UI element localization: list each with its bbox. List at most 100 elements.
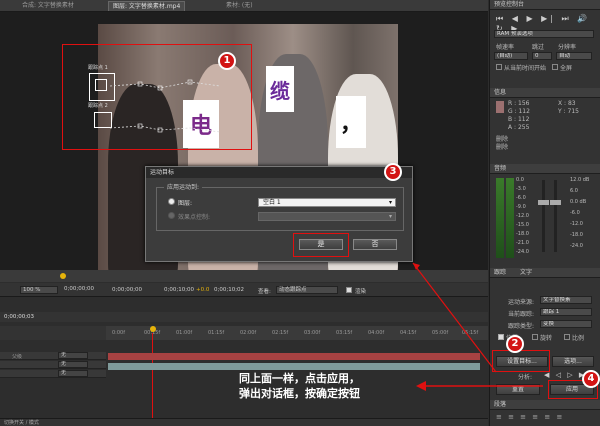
info-header[interactable]: 信息 (490, 88, 600, 98)
track-type-select[interactable]: 变换 (540, 320, 592, 328)
audio-slider-left[interactable] (538, 200, 549, 205)
layer-bar-footage[interactable] (108, 363, 480, 370)
resolution-select[interactable]: 自动 (556, 52, 592, 60)
audio-meter-right (506, 178, 514, 258)
out-point[interactable]: 0;00;10;00 (164, 287, 194, 293)
render-label: 渲染 (355, 289, 367, 295)
effect-point-select[interactable]: ▾ (258, 212, 396, 221)
render-checkbox[interactable] (346, 287, 352, 293)
current-time-indicator[interactable] (60, 273, 66, 279)
viewer-controls: 100 % 0;00;00;00 0;00;00;00 0;00;10;00 0… (0, 283, 488, 297)
layer-select[interactable]: 空白 1 ▾ (258, 198, 396, 207)
instruction-line-1: 同上面一样，点击应用， (239, 372, 360, 385)
audio-meter-left (496, 178, 504, 258)
current-track-select[interactable]: 跟踪 1 (540, 308, 592, 316)
tracker-tabbar: 跟踪 文字 (490, 268, 600, 278)
tab-footage[interactable]: 素材: (无) (222, 1, 257, 11)
in-point[interactable]: 0;00;00;00 (112, 287, 142, 293)
audio-scale: 0.0 (516, 177, 524, 183)
audio-scale: -15.0 (516, 222, 529, 228)
option-effect-label: 效果点控制: (178, 214, 211, 221)
toggle-switches-modes[interactable]: 切换开关 / 模式 (4, 419, 39, 426)
option-layer-label: 图层: (178, 200, 193, 207)
audio-scale: -9.0 (516, 204, 526, 210)
from-current-checkbox[interactable] (496, 64, 502, 70)
audio-db-scale: 12.0 dB (570, 177, 590, 183)
no-button[interactable]: 否 (353, 239, 397, 250)
info-b: B : 112 (508, 116, 530, 123)
playhead-handle[interactable] (150, 326, 156, 332)
layer-bar-null[interactable] (108, 353, 480, 360)
tab-layer[interactable]: 图层: 文字替换素材.mp4 (108, 1, 186, 11)
scale-label: 比例 (572, 335, 585, 342)
time-display: 0;00;00;00 (64, 286, 95, 292)
resolution-label: 分辨率 (558, 44, 577, 51)
options-button[interactable]: 选项... (552, 356, 594, 367)
tab-tracker[interactable]: 跟踪 (494, 268, 506, 278)
info-y: Y : 715 (558, 108, 579, 115)
ruler-tick: 05:00f (432, 330, 449, 336)
skip-input[interactable]: 0 (532, 52, 552, 60)
audio-db-scale: 0.0 dB (570, 199, 587, 205)
layer-time-ruler[interactable] (0, 270, 488, 282)
after-effects-window: 合成: 文字替换素材 图层: 文字替换素材.mp4 素材: (无) 电 缆 ， … (0, 0, 600, 426)
ruler-tick: 02:00f (240, 330, 257, 336)
preview-header[interactable]: 预览控制台 (490, 0, 600, 10)
timeline-footer: 切换开关 / 模式 (0, 418, 488, 426)
analyze-controls[interactable]: ◀ ◁ ▷ ▶ (544, 371, 586, 379)
sign-card: ， (336, 96, 366, 148)
step-badge-3: 3 (384, 163, 402, 181)
duration: 0;00;10;02 (214, 287, 245, 293)
audio-header[interactable]: 音频 (490, 164, 600, 174)
scale-checkbox[interactable] (564, 334, 570, 340)
zoom-select[interactable]: 100 % (20, 286, 58, 294)
fullscreen-label: 全屏 (560, 65, 573, 72)
timeline-switches-header (0, 326, 106, 340)
position-checkbox[interactable] (498, 334, 504, 340)
ruler-tick: 0:00f (112, 330, 125, 336)
parent-label: 父级 (12, 354, 23, 360)
fullscreen-checkbox[interactable] (552, 64, 558, 70)
tab-text[interactable]: 文字 (520, 268, 532, 278)
radio-layer[interactable] (168, 198, 175, 205)
audio-db-scale: 6.0 (570, 188, 578, 194)
info-g: G : 112 (508, 108, 530, 115)
timeline-toolbar: 0;00;00;03 (0, 312, 488, 322)
frame-rate-select[interactable]: (自动) (494, 52, 528, 60)
layer-row[interactable]: 无 (0, 361, 106, 369)
delta-value: +0.0 (196, 287, 210, 293)
parent-select[interactable]: 无 (58, 361, 88, 368)
rotation-checkbox[interactable] (532, 334, 538, 340)
audio-scale: -3.0 (516, 186, 526, 192)
view-select[interactable]: 动态跟踪点 (276, 286, 338, 294)
motion-source-select[interactable]: 文字替换素 (540, 296, 592, 304)
frame-rate-label: 帧速率 (496, 44, 515, 51)
paragraph-align-icons[interactable]: ≡ ≡ ≡ ≡ ≡ ≡ (496, 413, 564, 421)
ram-preview-select[interactable]: RAM 预演选项 (494, 30, 594, 38)
step-badge-2: 2 (506, 335, 524, 353)
apply-motion-label: 应用运动到: (164, 182, 203, 191)
audio-db-scale: -12.0 (570, 221, 583, 227)
audio-slider-right[interactable] (550, 200, 561, 205)
highlight-box-set-target (492, 350, 550, 372)
layer-row[interactable]: 无 (0, 370, 106, 378)
tab-composition[interactable]: 合成: 文字替换素材 (18, 1, 78, 11)
motion-source-label: 运动来源: (508, 299, 535, 306)
reset-button[interactable]: 重置 (496, 384, 540, 395)
layer-row[interactable]: 父级 无 (0, 352, 106, 360)
ruler-tick: 04:00f (368, 330, 385, 336)
ruler-tick: 02:15f (272, 330, 289, 336)
ruler-tick: 01:00f (176, 330, 193, 336)
current-timecode[interactable]: 0;00;00;03 (4, 314, 34, 320)
audio-scale: -24.0 (516, 249, 529, 255)
playhead-line (152, 333, 153, 426)
step-badge-4: 4 (582, 370, 600, 388)
audio-scale: -21.0 (516, 240, 529, 246)
parent-select[interactable]: 无 (58, 370, 88, 377)
sign-card: 缆 (266, 66, 294, 112)
paragraph-header[interactable]: 段落 (490, 400, 600, 410)
radio-effect-point[interactable] (168, 212, 175, 219)
info-x: X : 83 (558, 100, 576, 107)
highlight-box-yes (293, 233, 349, 257)
parent-select[interactable]: 无 (58, 352, 88, 359)
